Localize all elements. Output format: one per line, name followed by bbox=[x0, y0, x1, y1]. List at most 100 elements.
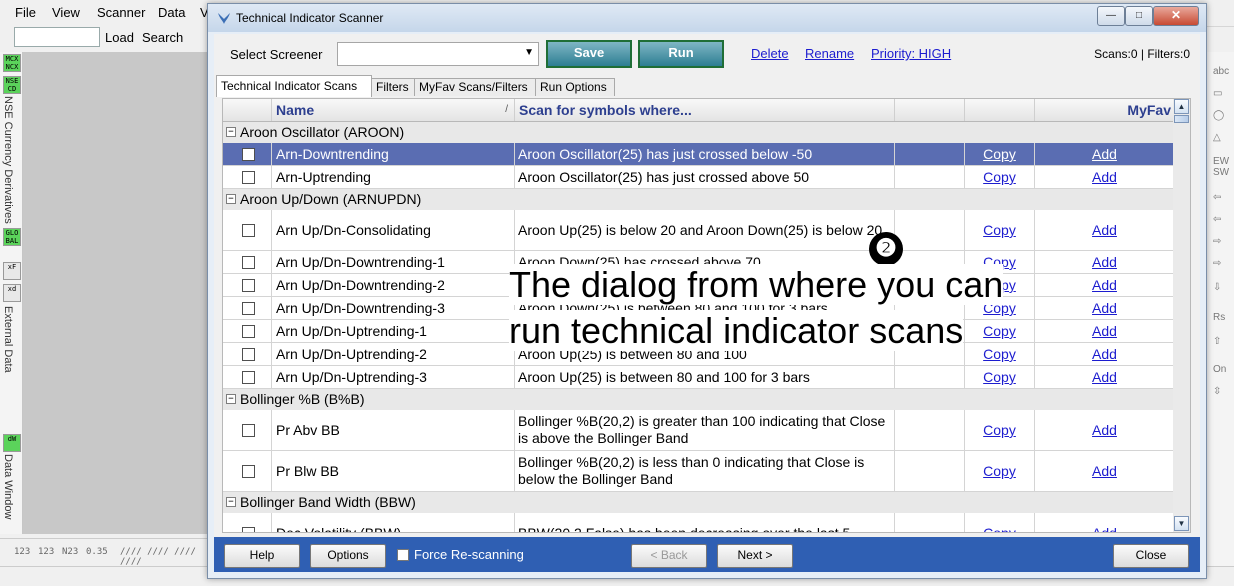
row-checkbox[interactable] bbox=[242, 325, 255, 338]
triangle-icon[interactable]: △ bbox=[1213, 132, 1221, 143]
minimize-button[interactable]: — bbox=[1097, 6, 1125, 26]
load-button[interactable]: Load bbox=[105, 30, 134, 45]
elliott-wave-icon[interactable]: EW SW bbox=[1213, 156, 1234, 178]
xd-icon[interactable]: xd bbox=[3, 284, 21, 302]
external-data-tab[interactable]: External Data bbox=[2, 306, 14, 373]
data-window-tab[interactable]: Data Window bbox=[2, 454, 14, 519]
copy-link[interactable]: Copy bbox=[964, 513, 1034, 532]
symbol-input[interactable] bbox=[14, 27, 100, 47]
priority-link[interactable]: Priority: HIGH bbox=[871, 46, 951, 61]
data-window-icon[interactable]: dW bbox=[3, 434, 21, 452]
chevron-down-icon[interactable]: ▼ bbox=[524, 47, 534, 58]
myfav-column-header[interactable]: MyFav bbox=[1034, 99, 1174, 121]
copy-link[interactable]: Copy bbox=[964, 410, 1034, 450]
scroll-thumb[interactable] bbox=[1174, 115, 1189, 123]
add-myfav-link[interactable]: Add bbox=[1034, 320, 1174, 342]
rename-link[interactable]: Rename bbox=[805, 46, 854, 61]
copy-link[interactable]: Copy bbox=[964, 210, 1034, 250]
label-icon[interactable]: 123 bbox=[38, 547, 54, 557]
add-myfav-link[interactable]: Add bbox=[1034, 343, 1174, 365]
scan-column-header[interactable]: Scan for symbols where... bbox=[514, 99, 894, 121]
add-myfav-link[interactable]: Add bbox=[1034, 513, 1174, 532]
copy-link[interactable]: Copy bbox=[964, 366, 1034, 388]
add-myfav-link[interactable]: Add bbox=[1034, 166, 1174, 188]
menu-data[interactable]: Data bbox=[158, 5, 185, 20]
collapse-icon[interactable]: − bbox=[226, 194, 236, 204]
label-icon[interactable]: 123 bbox=[14, 547, 30, 557]
table-row[interactable]: Arn Up/Dn-Uptrending-3 Aroon Up(25) is be… bbox=[223, 366, 1174, 389]
back-button[interactable]: < Back bbox=[631, 544, 707, 568]
add-myfav-link[interactable]: Add bbox=[1034, 274, 1174, 296]
ellipse-icon[interactable]: ◯ bbox=[1213, 110, 1224, 121]
collapse-icon[interactable]: − bbox=[226, 394, 236, 404]
table-row[interactable]: Dec Volatility (BBW) BBW(20,2,False) has … bbox=[223, 513, 1174, 532]
nse-currency-derivatives-tab[interactable]: NSE Currency Derivatives bbox=[2, 96, 14, 224]
mcx-ncx-icon[interactable]: MCX NCX bbox=[3, 54, 21, 72]
options-button[interactable]: Options bbox=[310, 544, 386, 568]
next-button[interactable]: Next > bbox=[717, 544, 793, 568]
add-myfav-link[interactable]: Add bbox=[1034, 297, 1174, 319]
search-button[interactable]: Search bbox=[142, 30, 183, 45]
rectangle-icon[interactable]: ▭ bbox=[1213, 88, 1222, 99]
menu-view[interactable]: View bbox=[52, 5, 80, 20]
table-row[interactable]: Arn-Downtrending Aroon Oscillator(25) has… bbox=[223, 143, 1174, 166]
collapse-icon[interactable]: − bbox=[226, 127, 236, 137]
add-myfav-link[interactable]: Add bbox=[1034, 251, 1174, 273]
pattern-icon[interactable]: //// //// //// //// bbox=[120, 547, 210, 567]
close-window-button[interactable]: ✕ bbox=[1153, 6, 1199, 26]
xf-icon[interactable]: xF bbox=[3, 262, 21, 280]
label-icon[interactable]: 0.35 bbox=[86, 547, 108, 557]
delete-link[interactable]: Delete bbox=[751, 46, 789, 61]
text-tool-icon[interactable]: abc bbox=[1213, 66, 1229, 77]
arrow-icon[interactable]: ⇦ bbox=[1213, 214, 1221, 225]
row-checkbox[interactable] bbox=[242, 302, 255, 315]
menu-file[interactable]: File bbox=[15, 5, 36, 20]
group-header[interactable]: − Bollinger %B (B%B) bbox=[223, 389, 1174, 410]
row-checkbox[interactable] bbox=[242, 527, 255, 532]
save-button[interactable]: Save bbox=[546, 40, 632, 68]
table-row[interactable]: Arn-Uptrending Aroon Oscillator(25) has j… bbox=[223, 166, 1174, 189]
tab-myfav-scans-filters[interactable]: MyFav Scans/Filters bbox=[414, 78, 536, 96]
row-checkbox[interactable] bbox=[242, 371, 255, 384]
table-row[interactable]: Pr Abv BB Bollinger %B(20,2) is greater t… bbox=[223, 410, 1174, 451]
scroll-up-icon[interactable]: ▲ bbox=[1174, 99, 1189, 114]
nse-cd-icon[interactable]: NSE CD bbox=[3, 76, 21, 94]
cursor-icon[interactable]: ⇳ bbox=[1213, 386, 1221, 397]
dialog-titlebar[interactable]: Technical Indicator Scanner — □ ✕ bbox=[208, 4, 1206, 32]
global-icon[interactable]: GLO BAL bbox=[3, 228, 21, 246]
row-checkbox[interactable] bbox=[242, 171, 255, 184]
add-myfav-link[interactable]: Add bbox=[1034, 410, 1174, 450]
table-row[interactable]: Arn Up/Dn-Consolidating Aroon Up(25) is b… bbox=[223, 210, 1174, 251]
group-header[interactable]: − Bollinger Band Width (BBW) bbox=[223, 492, 1174, 513]
label-icon[interactable]: N23 bbox=[62, 547, 78, 557]
price-label-icon[interactable]: Rs bbox=[1213, 312, 1225, 323]
row-checkbox[interactable] bbox=[242, 348, 255, 361]
run-button[interactable]: Run bbox=[638, 40, 724, 68]
copy-link[interactable]: Copy bbox=[964, 451, 1034, 491]
row-checkbox[interactable] bbox=[242, 465, 255, 478]
arrow-icon[interactable]: ⇨ bbox=[1213, 236, 1221, 247]
maximize-button[interactable]: □ bbox=[1125, 6, 1153, 26]
table-row[interactable]: Pr Blw BB Bollinger %B(20,2) is less than… bbox=[223, 451, 1174, 492]
help-button[interactable]: Help bbox=[224, 544, 300, 568]
arrow-icon[interactable]: ⇩ bbox=[1213, 282, 1221, 293]
add-myfav-link[interactable]: Add bbox=[1034, 366, 1174, 388]
force-rescan-checkbox[interactable] bbox=[397, 549, 409, 561]
add-myfav-link[interactable]: Add bbox=[1034, 210, 1174, 250]
collapse-icon[interactable]: − bbox=[226, 497, 236, 507]
scroll-down-icon[interactable]: ▼ bbox=[1174, 516, 1189, 531]
row-checkbox[interactable] bbox=[242, 256, 255, 269]
group-header[interactable]: − Aroon Up/Down (ARNUPDN) bbox=[223, 189, 1174, 210]
copy-link[interactable]: Copy bbox=[964, 143, 1034, 165]
screener-select[interactable]: ▼ bbox=[337, 42, 539, 66]
arrow-icon[interactable]: ⇦ bbox=[1213, 192, 1221, 203]
tab-filters[interactable]: Filters bbox=[371, 78, 415, 96]
arrow-icon[interactable]: ⇧ bbox=[1213, 336, 1221, 347]
tab-run-options[interactable]: Run Options bbox=[535, 78, 615, 96]
tab-technical-indicator-scans[interactable]: Technical Indicator Scans bbox=[216, 75, 372, 97]
copy-link[interactable]: Copy bbox=[964, 166, 1034, 188]
group-header[interactable]: − Aroon Oscillator (AROON) bbox=[223, 122, 1174, 143]
close-button[interactable]: Close bbox=[1113, 544, 1189, 568]
row-checkbox[interactable] bbox=[242, 224, 255, 237]
menu-scanner[interactable]: Scanner bbox=[97, 5, 145, 20]
